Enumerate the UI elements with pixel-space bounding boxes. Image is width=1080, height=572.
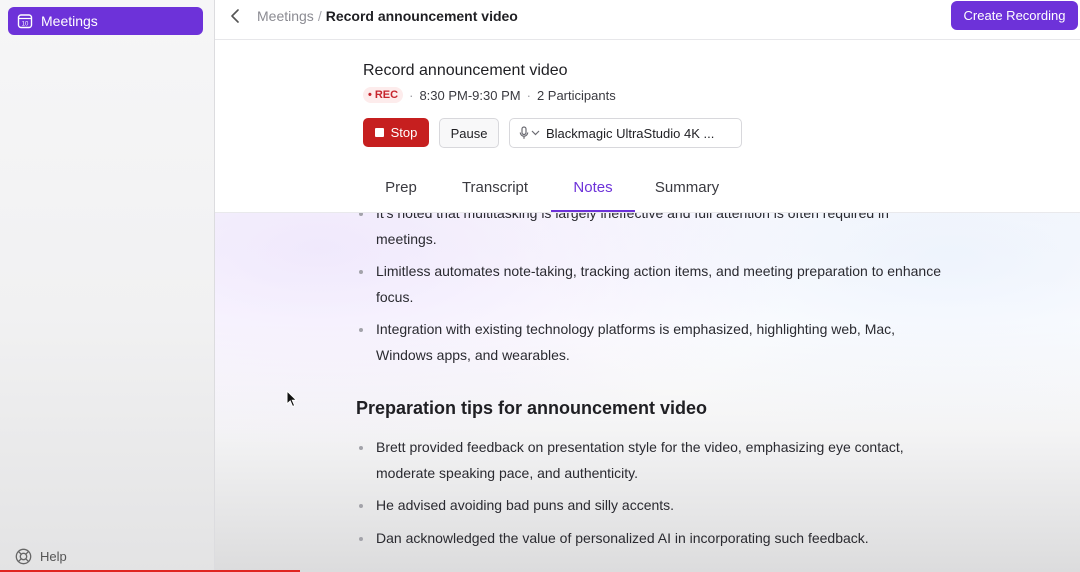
app-window: 10 Meetings Help Meetings / Record annou…	[0, 0, 1080, 572]
help-label: Help	[40, 549, 67, 564]
device-icons	[519, 126, 540, 140]
calendar-icon: 10	[17, 13, 33, 29]
page-title: Record announcement video	[363, 62, 568, 79]
main-panel: Meetings / Record announcement video Cre…	[215, 0, 1080, 572]
rec-badge: • REC	[363, 87, 404, 103]
list-item: It's noted that multitasking is largely …	[356, 212, 946, 252]
top-bar: Meetings / Record announcement video Cre…	[215, 0, 1080, 40]
note-text: He advised avoiding bad puns and silly a…	[376, 497, 675, 513]
list-item: He advised avoiding bad puns and silly a…	[356, 493, 946, 519]
stop-label: Stop	[390, 125, 418, 140]
device-name: Blackmagic UltraStudio 4K ...	[546, 125, 715, 141]
recording-meta: • REC · 8:30 PM-9:30 PM · 2 Participants	[363, 87, 616, 103]
tab-summary[interactable]: Summary	[635, 171, 739, 212]
notes-content[interactable]: It's noted that multitasking is largely …	[215, 212, 1080, 572]
bullet-icon	[359, 270, 363, 274]
participants-count[interactable]: 2 Participants	[537, 88, 616, 103]
breadcrumb-current: Record announcement video	[325, 8, 518, 24]
bullet-icon	[359, 536, 363, 541]
microphone-icon	[519, 126, 529, 140]
bullet-icon	[359, 213, 363, 216]
notes-body: It's noted that multitasking is largely …	[356, 212, 946, 558]
rec-dot-icon: •	[368, 89, 372, 101]
meta-separator: ·	[409, 87, 414, 103]
note-text: Brett provided feedback on presentation …	[376, 439, 904, 481]
tab-prep[interactable]: Prep	[363, 171, 439, 212]
create-recording-button[interactable]: Create Recording	[951, 1, 1078, 30]
list-item: Dan acknowledged the value of personaliz…	[356, 526, 946, 552]
svg-text:10: 10	[22, 22, 29, 28]
list-item: Integration with existing technology pla…	[356, 317, 946, 368]
bullet-icon	[359, 504, 363, 508]
note-text: Limitless automates note-taking, trackin…	[376, 263, 941, 305]
meta-separator: ·	[526, 87, 531, 103]
list-item: Brett provided feedback on presentation …	[356, 435, 946, 486]
sidebar: 10 Meetings Help	[0, 0, 215, 572]
meeting-time: 8:30 PM-9:30 PM	[419, 87, 521, 103]
tab-transcript[interactable]: Transcript	[439, 171, 551, 212]
mouse-pointer-icon	[286, 389, 298, 408]
pause-button[interactable]: Pause	[439, 118, 499, 148]
bullet-icon	[359, 328, 363, 332]
notes-list: Brett provided feedback on presentation …	[356, 435, 946, 551]
bullet-icon	[359, 446, 363, 450]
stop-icon	[374, 128, 384, 137]
breadcrumb: Meetings / Record announcement video	[257, 8, 518, 24]
chevron-down-icon	[531, 130, 540, 136]
notes-list: It's noted that multitasking is largely …	[356, 212, 946, 368]
sidebar-item-meetings[interactable]: 10 Meetings	[8, 7, 203, 35]
section-heading: Preparation tips for announcement video	[356, 398, 708, 418]
note-text: Integration with existing technology pla…	[376, 321, 896, 363]
breadcrumb-separator: /	[317, 8, 322, 24]
back-arrow-icon[interactable]	[230, 7, 246, 25]
help-link[interactable]: Help	[15, 548, 67, 565]
lifebuoy-icon	[15, 548, 32, 565]
tab-bar: Prep Transcript Notes Summary	[363, 171, 739, 212]
recording-controls: Stop Pause Blackmagic UltraStudio 4K ...	[363, 118, 742, 148]
recording-header: Record announcement video • REC · 8:30 P…	[215, 41, 1080, 212]
stop-button[interactable]: Stop	[363, 118, 429, 147]
note-text: It's noted that multitasking is largely …	[376, 212, 889, 247]
note-text: Dan acknowledged the value of personaliz…	[376, 529, 869, 546]
rec-badge-label: REC	[374, 89, 399, 101]
audio-device-select[interactable]: Blackmagic UltraStudio 4K ...	[509, 118, 742, 148]
list-item: Limitless automates note-taking, trackin…	[356, 259, 946, 310]
sidebar-item-label: Meetings	[41, 13, 98, 29]
breadcrumb-meetings[interactable]: Meetings	[257, 8, 314, 24]
tab-notes[interactable]: Notes	[551, 171, 635, 212]
